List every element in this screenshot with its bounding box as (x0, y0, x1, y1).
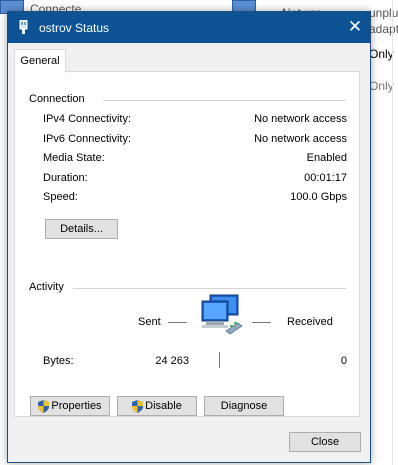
ipv6-label: IPv6 Connectivity: (43, 133, 132, 145)
close-icon[interactable]: ✕ (340, 12, 370, 43)
speed-label: Speed: (43, 191, 78, 203)
media-state-value: Enabled (306, 152, 347, 164)
ipv4-value: No network access (254, 113, 347, 125)
background-only-text: Only (369, 79, 394, 93)
connection-group-label: Connection (29, 93, 85, 105)
title-bar[interactable]: ostrov Status ✕ (8, 12, 370, 43)
disable-button[interactable]: Disable (117, 396, 197, 416)
background-text: unplug (369, 6, 398, 20)
sent-dash (168, 322, 187, 323)
uac-shield-icon (132, 399, 144, 413)
background-text: adapte (369, 22, 398, 36)
ipv4-label: IPv4 Connectivity: (43, 113, 132, 125)
duration-value: 00:01:17 (304, 172, 347, 184)
status-dialog: ostrov Status ✕ General Connection IPv4 … (7, 11, 371, 463)
activity-group-label: Activity (29, 281, 64, 293)
background-divider (392, 0, 393, 465)
background-only-text: Only (369, 47, 394, 61)
disable-label: Disable (145, 400, 182, 412)
received-label: Received (287, 316, 333, 328)
details-button[interactable]: Details... (45, 219, 118, 239)
media-state-label: Media State: (43, 152, 105, 164)
properties-label: Properties (51, 400, 102, 412)
bytes-label: Bytes: (43, 355, 74, 367)
window-title: ostrov Status (39, 21, 110, 35)
uac-shield-icon (38, 399, 50, 413)
bytes-received-value: 0 (340, 355, 347, 367)
bytes-divider (219, 352, 220, 368)
bytes-sent-value: 24 263 (155, 355, 189, 367)
activity-group-divider (73, 288, 346, 289)
network-computers-icon (201, 294, 243, 335)
received-dash (252, 322, 271, 323)
sent-label: Sent (138, 316, 161, 328)
general-panel: Connection IPv4 Connectivity: No network… (14, 71, 360, 417)
properties-button[interactable]: Properties (30, 396, 110, 416)
tab-general[interactable]: General (14, 49, 66, 73)
duration-label: Duration: (43, 172, 88, 184)
network-adapter-icon (19, 20, 28, 34)
connection-group-divider (103, 100, 346, 101)
close-button[interactable]: Close (289, 432, 361, 452)
ipv6-value: No network access (254, 133, 347, 145)
diagnose-button[interactable]: Diagnose (204, 396, 284, 416)
speed-value: 100.0 Gbps (290, 191, 347, 203)
